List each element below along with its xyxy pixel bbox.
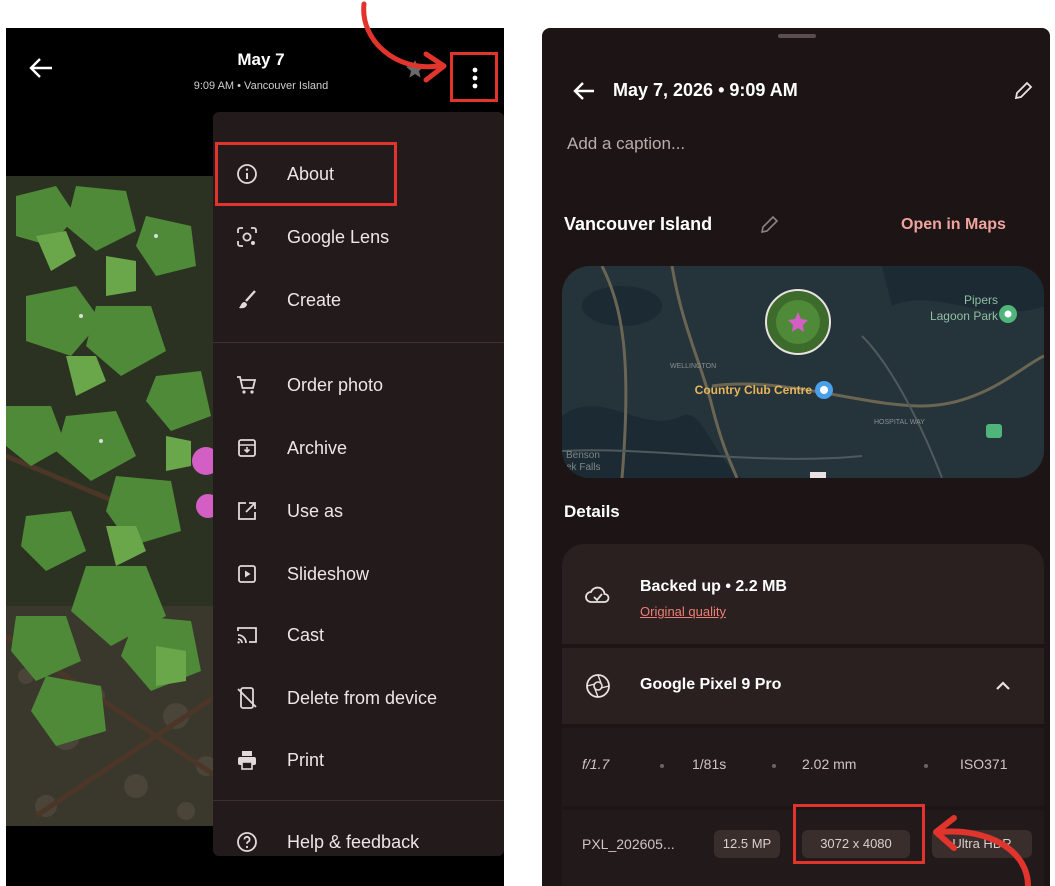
overflow-menu: About Google Lens Create Order photo Arc…: [213, 112, 504, 856]
menu-item-label: Print: [287, 750, 325, 770]
caption-input[interactable]: Add a caption...: [567, 134, 685, 154]
menu-divider: [213, 800, 504, 801]
archive-icon: [238, 439, 256, 457]
menu-item-label: Slideshow: [287, 564, 370, 584]
menu-item-create[interactable]: Create: [213, 275, 504, 325]
menu-item-label: Use as: [287, 501, 344, 521]
separator-dot: [924, 764, 928, 768]
megapixel-chip: 12.5 MP: [714, 830, 780, 858]
edit-pencil-icon[interactable]: [758, 214, 780, 236]
more-options-highlight: [450, 52, 498, 102]
menu-item-label: Archive: [287, 438, 348, 458]
menu-item-use-as[interactable]: Use as: [213, 486, 504, 536]
photo-details-panel: May 7, 2026 • 9:09 AM Add a caption... V…: [542, 28, 1050, 886]
menu-item-google-lens[interactable]: Google Lens: [213, 212, 504, 262]
menu-item-archive[interactable]: Archive: [213, 423, 504, 473]
photo-viewer-panel: May 7 9:09 AM • Vancouver Island About G…: [6, 28, 504, 886]
open-external-icon: [238, 502, 256, 520]
exif-card: f/1.7 1/81s 2.02 mm ISO371: [562, 728, 1044, 806]
chevron-up-icon[interactable]: [994, 678, 1012, 692]
menu-item-delete-from-device[interactable]: Delete from device: [213, 673, 504, 723]
menu-item-label: Delete from device: [287, 688, 438, 708]
menu-item-label: Google Lens: [287, 227, 390, 247]
iso-value: ISO371: [960, 756, 1008, 772]
annotation-arrow-icon: [361, 1, 447, 83]
map-illustration: Pipers Lagoon Park WELLINGTON Country Cl…: [562, 266, 1044, 478]
quality-link[interactable]: Original quality: [640, 604, 726, 619]
more-vertical-icon[interactable]: [465, 65, 485, 91]
cast-icon: [237, 627, 257, 644]
slideshow-icon: [238, 565, 256, 583]
aperture-value: f/1.7: [582, 756, 610, 772]
map-label-country-club: Country Club Centre: [695, 383, 813, 397]
map-label-pipers: Pipers: [964, 293, 998, 307]
back-arrow-icon[interactable]: [572, 80, 596, 102]
shutter-value: 1/81s: [692, 756, 727, 772]
menu-item-label: Order photo: [287, 375, 384, 395]
lens-icon: [237, 227, 257, 247]
details-heading: Details: [564, 502, 620, 521]
separator-dot: [772, 764, 776, 768]
backup-status-text: Backed up • 2.2 MB: [640, 578, 787, 595]
location-map[interactable]: Pipers Lagoon Park WELLINGTON Country Cl…: [562, 266, 1044, 478]
menu-item-slideshow[interactable]: Slideshow: [213, 549, 504, 599]
map-label-benson: Benson: [566, 450, 600, 461]
map-label-road: HOSPITAL WAY: [874, 419, 925, 426]
camera-info-card[interactable]: Google Pixel 9 Pro: [562, 648, 1044, 724]
cart-icon: [237, 376, 257, 394]
menu-item-label: Create: [287, 290, 342, 310]
menu-item-label: Help & feedback: [287, 832, 420, 852]
menu-item-order-photo[interactable]: Order photo: [213, 360, 504, 410]
dimensions-highlight: [793, 804, 925, 864]
about-highlight: [215, 142, 397, 206]
open-in-maps-link[interactable]: Open in Maps: [901, 216, 1006, 234]
map-label-lagoon: Lagoon Park: [930, 309, 999, 323]
menu-item-label: Cast: [287, 625, 325, 645]
phone-delete-icon: [237, 687, 257, 709]
backup-status-card: Backed up • 2.2 MB Original quality: [562, 544, 1044, 644]
annotation-arrow-icon: [933, 815, 1031, 886]
print-icon: [238, 751, 256, 770]
focal-length-value: 2.02 mm: [802, 756, 857, 772]
edit-pencil-icon[interactable]: [1012, 80, 1034, 102]
photo-datetime: May 7, 2026 • 9:09 AM: [613, 80, 798, 100]
brush-icon: [239, 290, 256, 309]
cloud-done-icon: [585, 586, 610, 603]
camera-model: Google Pixel 9 Pro: [640, 676, 782, 693]
file-name: PXL_202605...: [582, 836, 675, 852]
location-name: Vancouver Island: [564, 214, 713, 234]
camera-aperture-icon: [586, 674, 610, 698]
sheet-drag-handle[interactable]: [778, 34, 816, 38]
menu-divider: [213, 342, 504, 343]
menu-item-help-feedback[interactable]: Help & feedback: [213, 817, 504, 867]
menu-item-cast[interactable]: Cast: [213, 610, 504, 660]
map-label-falls: ek Falls: [566, 462, 600, 473]
separator-dot: [660, 764, 664, 768]
map-label-wellington: WELLINGTON: [670, 363, 716, 370]
menu-item-print[interactable]: Print: [213, 735, 504, 785]
help-icon: [237, 832, 257, 852]
